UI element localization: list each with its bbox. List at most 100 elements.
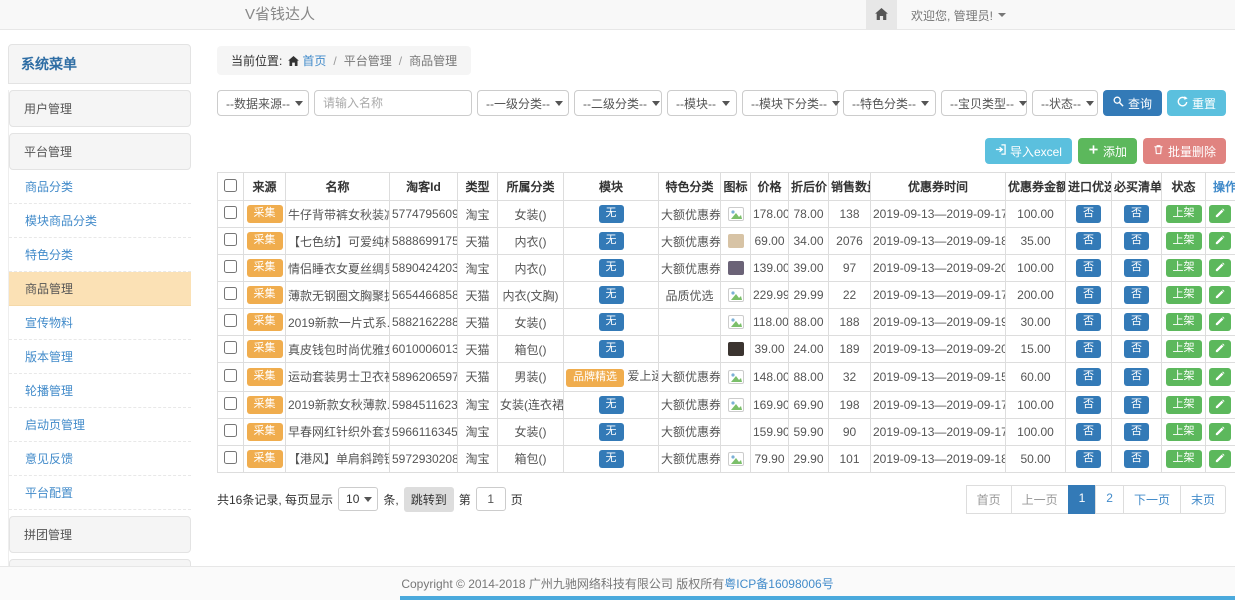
level2-category-select[interactable]: --二级分类-- (574, 90, 662, 116)
must-buy-badge[interactable]: 否 (1124, 259, 1149, 277)
edit-button[interactable] (1209, 340, 1231, 358)
edit-button[interactable] (1209, 450, 1231, 468)
edit-button[interactable] (1209, 313, 1231, 331)
status-badge[interactable]: 上架 (1166, 396, 1202, 414)
page-button[interactable]: 上一页 (1011, 485, 1069, 514)
module-select[interactable]: --模块-- (667, 90, 737, 116)
page-button[interactable]: 末页 (1180, 485, 1226, 514)
page-size-select[interactable]: 10 (338, 487, 378, 511)
module-badge: 无 (599, 423, 624, 441)
icp-link[interactable]: 粤ICP备16098006号 (724, 575, 833, 592)
page-button[interactable]: 1 (1068, 485, 1097, 514)
page-button[interactable]: 下一页 (1123, 485, 1181, 514)
row-checkbox[interactable] (224, 233, 237, 246)
edit-button[interactable] (1209, 205, 1231, 223)
page-button[interactable]: 2 (1095, 485, 1124, 514)
must-buy-badge[interactable]: 否 (1124, 232, 1149, 250)
product-name: 2019新款一片式系... (286, 309, 390, 336)
sidebar-item[interactable]: 特色分类 (9, 238, 191, 272)
edit-button[interactable] (1209, 368, 1231, 386)
must-buy-badge[interactable]: 否 (1124, 286, 1149, 304)
breadcrumb-home-link[interactable]: 首页 (302, 54, 326, 68)
sidebar-item[interactable]: 版本管理 (9, 340, 191, 374)
row-checkbox[interactable] (224, 314, 237, 327)
data-source-select[interactable]: --数据来源-- (217, 90, 309, 116)
product-image (728, 342, 744, 356)
import-pref-badge[interactable]: 否 (1076, 423, 1101, 441)
must-buy-badge[interactable]: 否 (1124, 423, 1149, 441)
sidebar-item[interactable]: 商品管理 (9, 272, 191, 306)
sidebar-item[interactable]: 商品分类 (9, 170, 191, 204)
home-button[interactable] (866, 0, 897, 30)
sidebar-item[interactable]: 用户管理 (9, 90, 191, 127)
import-excel-button[interactable]: 导入excel (985, 138, 1072, 164)
import-pref-badge[interactable]: 否 (1076, 340, 1101, 358)
status-badge[interactable]: 上架 (1166, 205, 1202, 223)
row-checkbox[interactable] (224, 287, 237, 300)
must-buy-badge[interactable]: 否 (1124, 368, 1149, 386)
sidebar-item[interactable]: 宣传物料 (9, 306, 191, 340)
row-checkbox[interactable] (224, 424, 237, 437)
row-checkbox[interactable] (224, 397, 237, 410)
special-category-select[interactable]: --特色分类-- (843, 90, 936, 116)
column-header: 优惠券金额 (1006, 173, 1066, 201)
import-pref-badge[interactable]: 否 (1076, 205, 1101, 223)
import-pref-badge[interactable]: 否 (1076, 450, 1101, 468)
import-pref-badge[interactable]: 否 (1076, 259, 1101, 277)
jump-page-input[interactable] (476, 487, 506, 511)
status-badge[interactable]: 上架 (1166, 340, 1202, 358)
pencil-icon (1215, 315, 1225, 329)
must-buy-badge[interactable]: 否 (1124, 396, 1149, 414)
row-checkbox[interactable] (224, 260, 237, 273)
sidebar-item[interactable]: 意见反馈 (9, 442, 191, 476)
batch-delete-button[interactable]: 批量删除 (1143, 138, 1226, 164)
reset-button[interactable]: 重置 (1167, 90, 1226, 116)
status-badge[interactable]: 上架 (1166, 450, 1202, 468)
edit-button[interactable] (1209, 423, 1231, 441)
import-pref-badge[interactable]: 否 (1076, 396, 1101, 414)
status-badge[interactable]: 上架 (1166, 286, 1202, 304)
must-buy-badge[interactable]: 否 (1124, 205, 1149, 223)
level1-category-select[interactable]: --一级分类-- (477, 90, 569, 116)
name-search-input[interactable] (314, 90, 472, 116)
product-name: 情侣睡衣女夏丝绸男士... (286, 255, 390, 282)
sidebar-item[interactable]: 启动页管理 (9, 408, 191, 442)
select-all-checkbox[interactable] (224, 179, 237, 192)
row-checkbox[interactable] (224, 451, 237, 464)
edit-button[interactable] (1209, 232, 1231, 250)
row-checkbox[interactable] (224, 206, 237, 219)
module-subcategory-select[interactable]: --模块下分类-- (742, 90, 838, 116)
sidebar-item[interactable]: 平台管理 (9, 133, 191, 170)
jump-button[interactable]: 跳转到 (404, 487, 454, 512)
sidebar-item[interactable]: 模块商品分类 (9, 204, 191, 238)
import-pref-badge[interactable]: 否 (1076, 286, 1101, 304)
status-badge[interactable]: 上架 (1166, 259, 1202, 277)
page-button[interactable]: 首页 (966, 485, 1012, 514)
import-pref-badge[interactable]: 否 (1076, 313, 1101, 331)
must-buy-badge[interactable]: 否 (1124, 340, 1149, 358)
bottom-scrollbar[interactable] (400, 596, 1235, 600)
edit-button[interactable] (1209, 259, 1231, 277)
sidebar-item[interactable]: 平台配置 (9, 476, 191, 510)
must-buy-badge[interactable]: 否 (1124, 313, 1149, 331)
edit-button[interactable] (1209, 286, 1231, 304)
row-checkbox[interactable] (224, 341, 237, 354)
user-menu[interactable]: 欢迎您, 管理员! (911, 7, 1006, 24)
sidebar-item[interactable]: 轮播管理 (9, 374, 191, 408)
add-button[interactable]: 添加 (1078, 138, 1137, 164)
search-button[interactable]: 查询 (1103, 90, 1162, 116)
status-badge[interactable]: 上架 (1166, 423, 1202, 441)
must-buy-badge[interactable]: 否 (1124, 450, 1149, 468)
import-pref-badge[interactable]: 否 (1076, 232, 1101, 250)
item-type-select[interactable]: --宝贝类型-- (941, 90, 1027, 116)
edit-button[interactable] (1209, 396, 1231, 414)
status-badge[interactable]: 上架 (1166, 368, 1202, 386)
status-badge[interactable]: 上架 (1166, 313, 1202, 331)
sidebar-item[interactable]: 拼团管理 (9, 516, 191, 553)
import-pref-badge[interactable]: 否 (1076, 368, 1101, 386)
column-header: 折后价 (789, 173, 829, 201)
coupon-time: 2019-09-13—2019-09-20 (871, 255, 1006, 282)
row-checkbox[interactable] (224, 369, 237, 382)
status-select[interactable]: --状态-- (1032, 90, 1098, 116)
status-badge[interactable]: 上架 (1166, 232, 1202, 250)
